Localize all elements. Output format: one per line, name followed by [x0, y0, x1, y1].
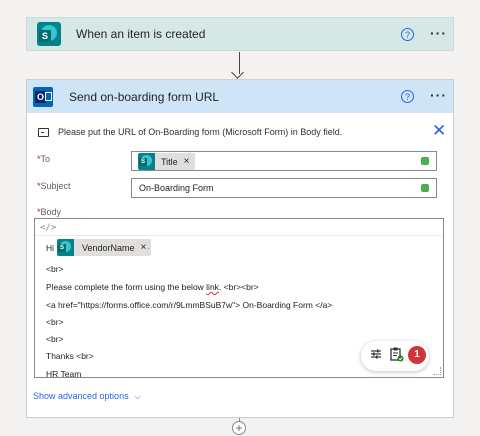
help-icon[interactable]: ?	[401, 28, 414, 41]
body-label: *Body	[37, 207, 62, 217]
code-view-toggle[interactable]: </>	[40, 223, 56, 233]
info-message: Please put the URL of On-Boarding form (…	[58, 127, 343, 137]
action-card: O Send on-boarding form URL ? ··· Please…	[26, 79, 454, 418]
vendorname-token: S VendorName ×	[57, 239, 152, 256]
comment-icon	[38, 127, 49, 137]
body-line: <br>	[46, 317, 64, 327]
arrow-down-icon	[231, 66, 244, 79]
token-label: VendorName	[82, 242, 135, 253]
title-token: S Title ×	[138, 153, 195, 170]
subject-value: On-Boarding Form	[139, 183, 214, 193]
action-header[interactable]: O Send on-boarding form URL ? ···	[27, 80, 453, 113]
body-editor[interactable]: </> Hi S VendorName × · <br> Please comp…	[34, 218, 444, 379]
action-title: Send on-boarding form URL	[69, 89, 220, 104]
sharepoint-icon: S	[138, 153, 155, 170]
body-line: <br>	[46, 264, 64, 274]
body-line: Please complete the form using the below…	[46, 282, 259, 292]
dynamic-content-icon[interactable]	[421, 157, 429, 165]
body-line: <a href="https://forms.office.com/r/9Lmm…	[46, 300, 333, 310]
sharepoint-icon: S	[37, 22, 61, 46]
help-icon[interactable]: ?	[401, 90, 414, 103]
close-icon[interactable]: ✕	[432, 122, 446, 139]
sharepoint-icon: S	[57, 239, 74, 256]
chevron-down-icon: ⌵	[134, 392, 141, 401]
token-remove-button[interactable]: ×	[141, 242, 147, 253]
outlook-icon: O	[33, 86, 53, 107]
info-message-bar: Please put the URL of On-Boarding form (…	[35, 122, 446, 140]
subject-field[interactable]: On-Boarding Form	[131, 178, 437, 198]
editor-assist-toolbar: 1	[361, 341, 429, 371]
show-advanced-options-link[interactable]: Show advanced options ⌵	[33, 391, 141, 402]
more-options-icon[interactable]: ···	[430, 25, 447, 41]
to-label: *To	[37, 154, 51, 164]
editor-divider	[35, 235, 443, 236]
body-line: Thanks <br>	[46, 351, 94, 361]
token-remove-button[interactable]: ×	[184, 156, 190, 167]
body-line: HR Team	[46, 369, 82, 379]
issue-count-badge[interactable]: 1	[408, 346, 426, 364]
dynamic-content-icon[interactable]	[421, 184, 429, 192]
body-line-hi: Hi	[46, 243, 55, 253]
trigger-card[interactable]: S When an item is created ? ···	[26, 17, 454, 51]
body-line: <br>	[46, 334, 64, 344]
to-field[interactable]: S Title ×	[131, 151, 437, 171]
token-label: Title	[161, 156, 178, 167]
resize-handle[interactable]	[433, 367, 441, 375]
more-options-icon[interactable]: ···	[430, 87, 447, 103]
add-step-button[interactable]: +	[232, 421, 246, 435]
clipboard-check-icon[interactable]	[390, 347, 404, 365]
settings-sliders-icon[interactable]	[370, 348, 382, 363]
subject-label: *Subject	[37, 181, 71, 191]
body-cursor-mark: ·	[147, 243, 150, 253]
trigger-title: When an item is created	[76, 27, 206, 41]
spell-error-word: link	[206, 282, 219, 292]
